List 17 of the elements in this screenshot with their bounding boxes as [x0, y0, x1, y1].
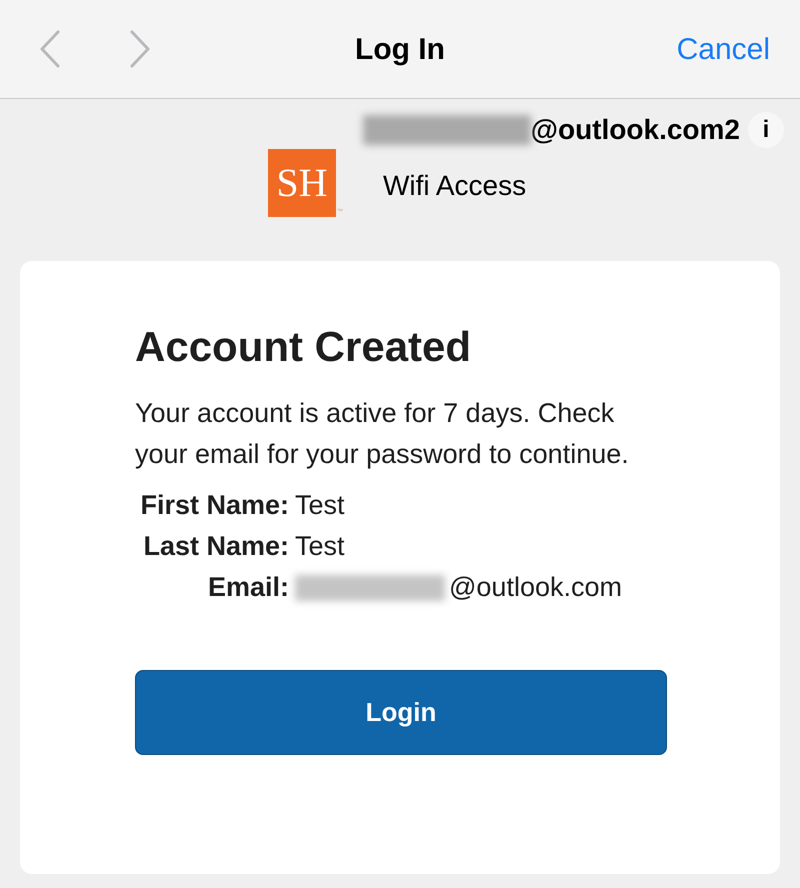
nav-title: Log In: [355, 32, 445, 68]
login-button[interactable]: Login: [135, 670, 667, 755]
field-label: Email:: [206, 571, 290, 604]
cancel-button[interactable]: Cancel: [676, 26, 770, 72]
field-value: @outlook.com: [449, 571, 622, 604]
chevron-right-icon: [129, 30, 151, 68]
field-value: Test: [295, 489, 345, 522]
field-value: Test: [295, 530, 345, 564]
card-title: Account Created: [135, 322, 472, 372]
logo: SH: [268, 149, 336, 217]
card-message: Your account is active for 7 days. Check your email for your password to continue.: [135, 397, 630, 471]
field-label: Last Name:: [142, 530, 290, 564]
account-email: @outlook.com2: [530, 113, 740, 147]
chevron-left-icon: [39, 30, 61, 68]
field-label: First Name:: [139, 489, 290, 522]
portal-name: Wifi Access: [383, 169, 526, 203]
info-button[interactable]: i: [748, 112, 784, 148]
